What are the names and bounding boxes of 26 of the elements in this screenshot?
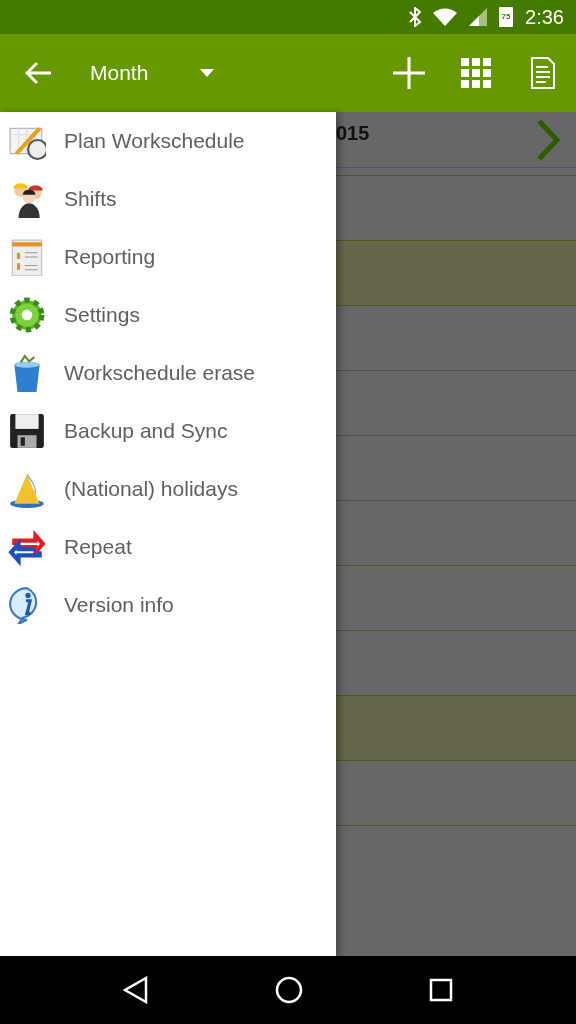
menu-item[interactable]: Settings: [0, 286, 336, 344]
home-icon[interactable]: [275, 976, 303, 1004]
document-icon: [531, 57, 555, 89]
bluetooth-icon: [409, 7, 422, 27]
plus-icon: [393, 57, 425, 89]
recents-icon[interactable]: [429, 978, 453, 1002]
menu-item[interactable]: Workschedule erase: [0, 344, 336, 402]
battery-icon: 75: [499, 7, 514, 27]
menu-item[interactable]: Backup and Sync: [0, 402, 336, 460]
menu-item[interactable]: Shifts: [0, 170, 336, 228]
gear-icon: [8, 296, 46, 334]
menu-item[interactable]: Plan Workschedule: [0, 112, 336, 170]
wifi-icon: [433, 8, 458, 26]
grid-icon: [461, 58, 491, 88]
menu-item[interactable]: Version info: [0, 576, 336, 634]
menu-item[interactable]: Reporting: [0, 228, 336, 286]
view-dropdown[interactable]: Month: [76, 34, 226, 112]
clock: 2:36: [525, 5, 564, 30]
menu-item[interactable]: (National) holidays: [0, 460, 336, 518]
dropdown-caret-icon: [200, 69, 215, 77]
calendar-month-title: 015: [336, 121, 370, 146]
back-arrow-icon: [25, 61, 51, 85]
menu-item[interactable]: Repeat: [0, 518, 336, 576]
back-icon[interactable]: [123, 976, 149, 1004]
repeat-icon: [8, 528, 46, 566]
signal-icon: [469, 8, 488, 26]
